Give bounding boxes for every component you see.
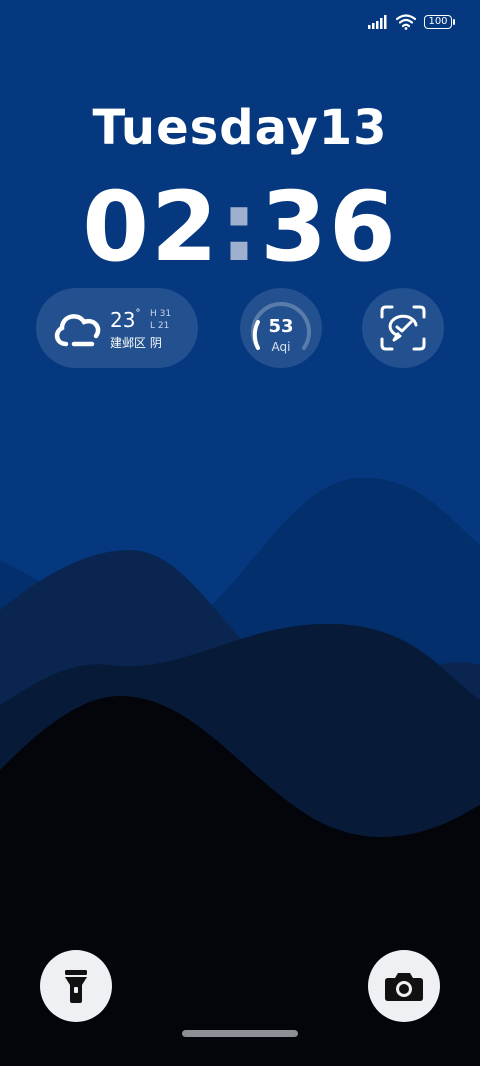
clock-minutes: 36 (260, 171, 398, 283)
scan-widget[interactable] (362, 288, 444, 368)
aqi-value: 53 (268, 316, 294, 337)
weather-high-low: H 31 L 21 (150, 308, 171, 332)
aqi-label: Aqi (271, 340, 291, 354)
temperature-value: 23 (110, 308, 136, 332)
degree-symbol: ° (135, 308, 141, 319)
wallpaper-waves (0, 477, 480, 1066)
flashlight-button[interactable] (40, 950, 112, 1022)
weather-temperature: 23° (110, 308, 140, 332)
camera-button[interactable] (368, 950, 440, 1022)
aqi-widget[interactable]: 53 Aqi (240, 288, 322, 368)
camera-icon (385, 973, 423, 1001)
lock-date: Tuesday13 (92, 100, 388, 156)
home-indicator[interactable] (182, 1030, 298, 1037)
clock-separator: : (219, 171, 261, 283)
lock-clock: 02:36 (0, 172, 480, 282)
wifi-icon (396, 14, 416, 30)
weather-widget[interactable]: 23° H 31 L 21 建邺区 阴 (36, 288, 198, 368)
status-bar: 100 (368, 14, 455, 30)
cellular-signal-icon (368, 15, 387, 29)
weather-high: H 31 (150, 309, 172, 319)
weather-location: 建邺区 阴 (110, 336, 162, 350)
battery-indicator: 100 (424, 15, 455, 29)
flashlight-icon (65, 970, 87, 1003)
cloudy-icon (54, 314, 101, 347)
scan-check-icon (380, 305, 426, 351)
clock-hours: 02 (82, 171, 220, 283)
weather-low: L 21 (150, 321, 170, 331)
